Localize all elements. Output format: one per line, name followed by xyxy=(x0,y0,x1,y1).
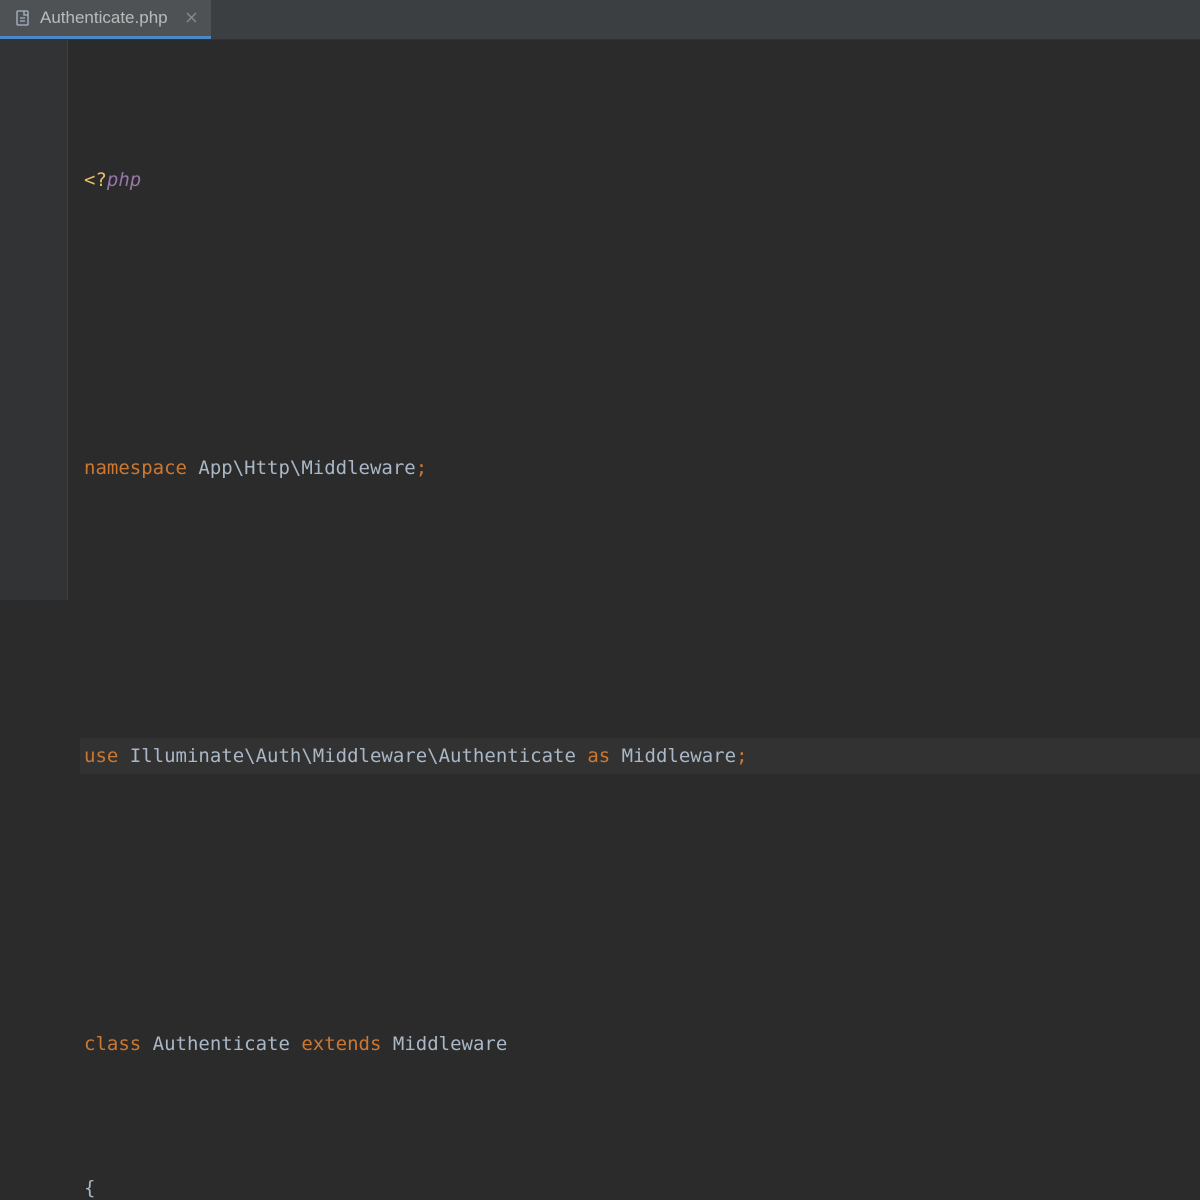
code-line xyxy=(80,882,1200,918)
code-line-active: use Illuminate\Auth\Middleware\Authentic… xyxy=(80,738,1200,774)
close-icon[interactable] xyxy=(186,10,197,26)
code-line: <?php xyxy=(80,162,1200,198)
code-line: { xyxy=(80,1170,1200,1200)
tab-authenticate-php[interactable]: Authenticate.php xyxy=(0,0,211,39)
code-line xyxy=(80,594,1200,630)
code-editor[interactable]: <?php namespace App\Http\Middleware; use… xyxy=(68,40,1200,600)
code-line: class Authenticate extends Middleware xyxy=(80,1026,1200,1062)
code-line: namespace App\Http\Middleware; xyxy=(80,450,1200,486)
editor-area: <?php namespace App\Http\Middleware; use… xyxy=(0,40,1200,600)
php-file-icon xyxy=(14,9,32,27)
gutter xyxy=(0,40,68,600)
code-line xyxy=(80,306,1200,342)
tab-bar: Authenticate.php xyxy=(0,0,1200,40)
tab-filename: Authenticate.php xyxy=(40,8,168,28)
